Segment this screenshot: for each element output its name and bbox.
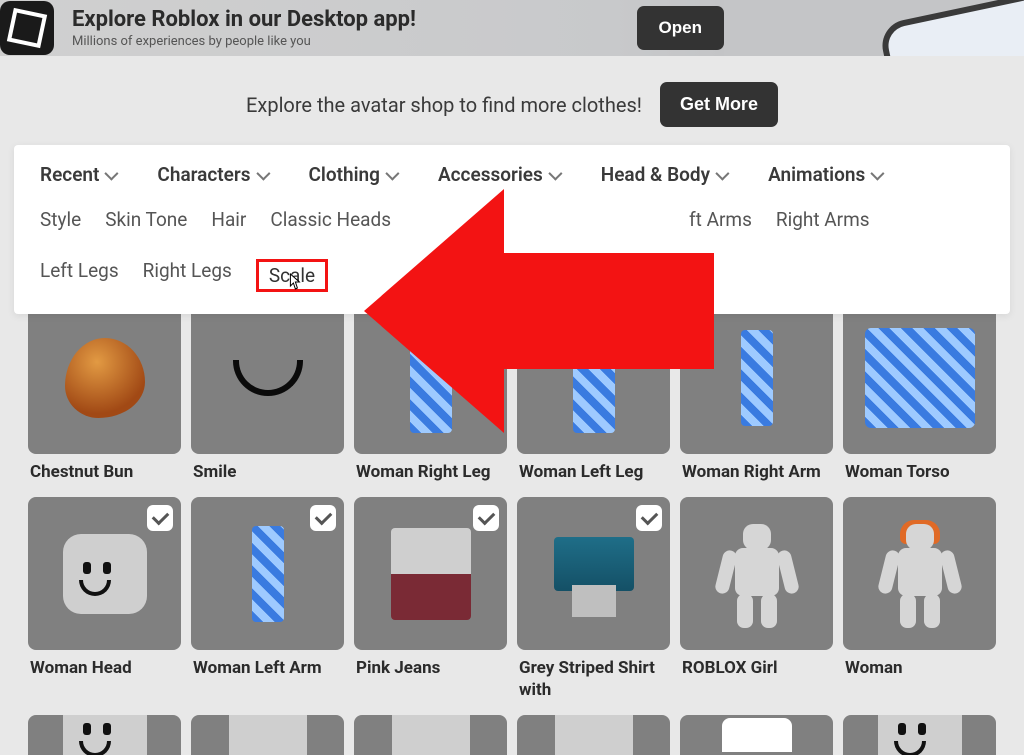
item-thumbnail: [191, 497, 344, 650]
avatar-item-card[interactable]: Chestnut Bun: [28, 301, 181, 487]
item-thumbnail: [28, 497, 181, 650]
subopt-classic-heads[interactable]: Classic Heads: [270, 208, 391, 231]
banner-subtitle: Millions of experiences by people like y…: [72, 34, 615, 49]
item-label: Pink Jeans: [354, 650, 507, 683]
avatar-item-card[interactable]: [191, 715, 344, 755]
equipped-check-icon: [310, 505, 336, 531]
subcategory-options: Style Skin Tone Hair Classic Heads ft Arms Ri…: [14, 200, 1010, 296]
item-label: Woman Torso: [843, 454, 996, 487]
chevron-down-icon: [871, 166, 885, 180]
roblox-app-icon: [0, 1, 54, 55]
avatar-item-card[interactable]: Grey Striped Shirt with: [517, 497, 670, 705]
subopt-right-arms[interactable]: Right Arms: [776, 208, 870, 231]
subopt-skin-tone[interactable]: Skin Tone: [105, 208, 187, 231]
subopt-right-legs[interactable]: Right Legs: [143, 259, 232, 292]
avatar-item-card[interactable]: ROBLOX Girl: [680, 497, 833, 705]
item-thumbnail: [843, 715, 996, 755]
chevron-down-icon: [256, 166, 270, 180]
avatar-item-card[interactable]: Pink Jeans: [354, 497, 507, 705]
banner-art: [724, 0, 1024, 56]
tab-label: Accessories: [438, 163, 543, 186]
item-label: Woman Right Leg: [354, 454, 507, 487]
chevron-down-icon: [105, 166, 119, 180]
subopt-style[interactable]: Style: [40, 208, 81, 231]
open-app-button[interactable]: Open: [637, 6, 724, 50]
item-thumbnail: [680, 715, 833, 755]
tab-accessories[interactable]: Accessories: [438, 163, 559, 186]
avatar-item-card[interactable]: [843, 715, 996, 755]
avatar-item-card[interactable]: Woman Head: [28, 497, 181, 705]
get-more-text: Explore the avatar shop to find more clo…: [246, 93, 642, 117]
avatar-item-card[interactable]: Woman: [843, 497, 996, 705]
tab-animations[interactable]: Animations: [768, 163, 881, 186]
subopt-scale[interactable]: Scale: [256, 259, 328, 292]
avatar-item-card[interactable]: Woman Torso: [843, 301, 996, 487]
item-label: Smile: [191, 454, 344, 487]
item-label: Woman Right Arm: [680, 454, 833, 487]
avatar-item-card[interactable]: [28, 715, 181, 755]
tab-recent[interactable]: Recent: [40, 163, 115, 186]
tab-characters[interactable]: Characters: [157, 163, 266, 186]
subopt-left-legs[interactable]: Left Legs: [40, 259, 119, 292]
avatar-item-card[interactable]: [354, 715, 507, 755]
avatar-item-card[interactable]: [680, 715, 833, 755]
avatar-item-card[interactable]: [517, 715, 670, 755]
equipped-check-icon: [473, 505, 499, 531]
tab-label: Characters: [157, 163, 250, 186]
item-thumbnail: [28, 715, 181, 755]
item-thumbnail: [517, 715, 670, 755]
pointer-cursor-icon: [286, 273, 300, 291]
item-thumbnail: [354, 301, 507, 454]
banner-text: Explore Roblox in our Desktop app! Milli…: [72, 7, 615, 49]
item-thumbnail: [191, 715, 344, 755]
chevron-down-icon: [385, 166, 399, 180]
tab-head-body[interactable]: Head & Body: [601, 163, 726, 186]
item-thumbnail: [680, 301, 833, 454]
item-thumbnail: [354, 497, 507, 650]
desktop-app-banner: Explore Roblox in our Desktop app! Milli…: [0, 0, 1024, 56]
equipped-check-icon: [636, 505, 662, 531]
item-label: Grey Striped Shirt with: [517, 650, 670, 705]
item-thumbnail: [354, 715, 507, 755]
tab-label: Recent: [40, 163, 99, 186]
banner-title: Explore Roblox in our Desktop app!: [72, 7, 615, 32]
chevron-down-icon: [715, 166, 729, 180]
get-more-button[interactable]: Get More: [660, 82, 778, 127]
item-thumbnail: [517, 497, 670, 650]
item-label: Woman Head: [28, 650, 181, 683]
category-tabs: Recent Characters Clothing Accessories Head …: [14, 159, 1010, 200]
subopt-hair[interactable]: Hair: [211, 208, 246, 231]
item-thumbnail: [843, 497, 996, 650]
item-thumbnail: [680, 497, 833, 650]
tab-clothing[interactable]: Clothing: [309, 163, 396, 186]
tab-label: Head & Body: [601, 163, 710, 186]
subopt-left-arms[interactable]: ft Arms: [689, 208, 752, 231]
chevron-down-icon: [548, 166, 562, 180]
item-label: Woman Left Leg: [517, 454, 670, 487]
get-more-row: Explore the avatar shop to find more clo…: [0, 56, 1024, 145]
avatar-item-card[interactable]: Woman Right Leg: [354, 301, 507, 487]
equipped-check-icon: [147, 505, 173, 531]
item-thumbnail: [191, 301, 344, 454]
tab-label: Animations: [768, 163, 865, 186]
avatar-item-card[interactable]: Smile: [191, 301, 344, 487]
item-thumbnail: [28, 301, 181, 454]
item-thumbnail: [517, 301, 670, 454]
item-label: Woman Left Arm: [191, 650, 344, 683]
item-label: ROBLOX Girl: [680, 650, 833, 683]
item-label: Chestnut Bun: [28, 454, 181, 487]
tab-label: Clothing: [309, 163, 380, 186]
avatar-item-card[interactable]: Woman Left Arm: [191, 497, 344, 705]
item-label: Woman: [843, 650, 996, 683]
item-thumbnail: [843, 301, 996, 454]
avatar-item-card[interactable]: Woman Right Arm: [680, 301, 833, 487]
avatar-item-card[interactable]: Woman Left Leg: [517, 301, 670, 487]
category-panel: Recent Characters Clothing Accessories Head …: [14, 145, 1010, 314]
